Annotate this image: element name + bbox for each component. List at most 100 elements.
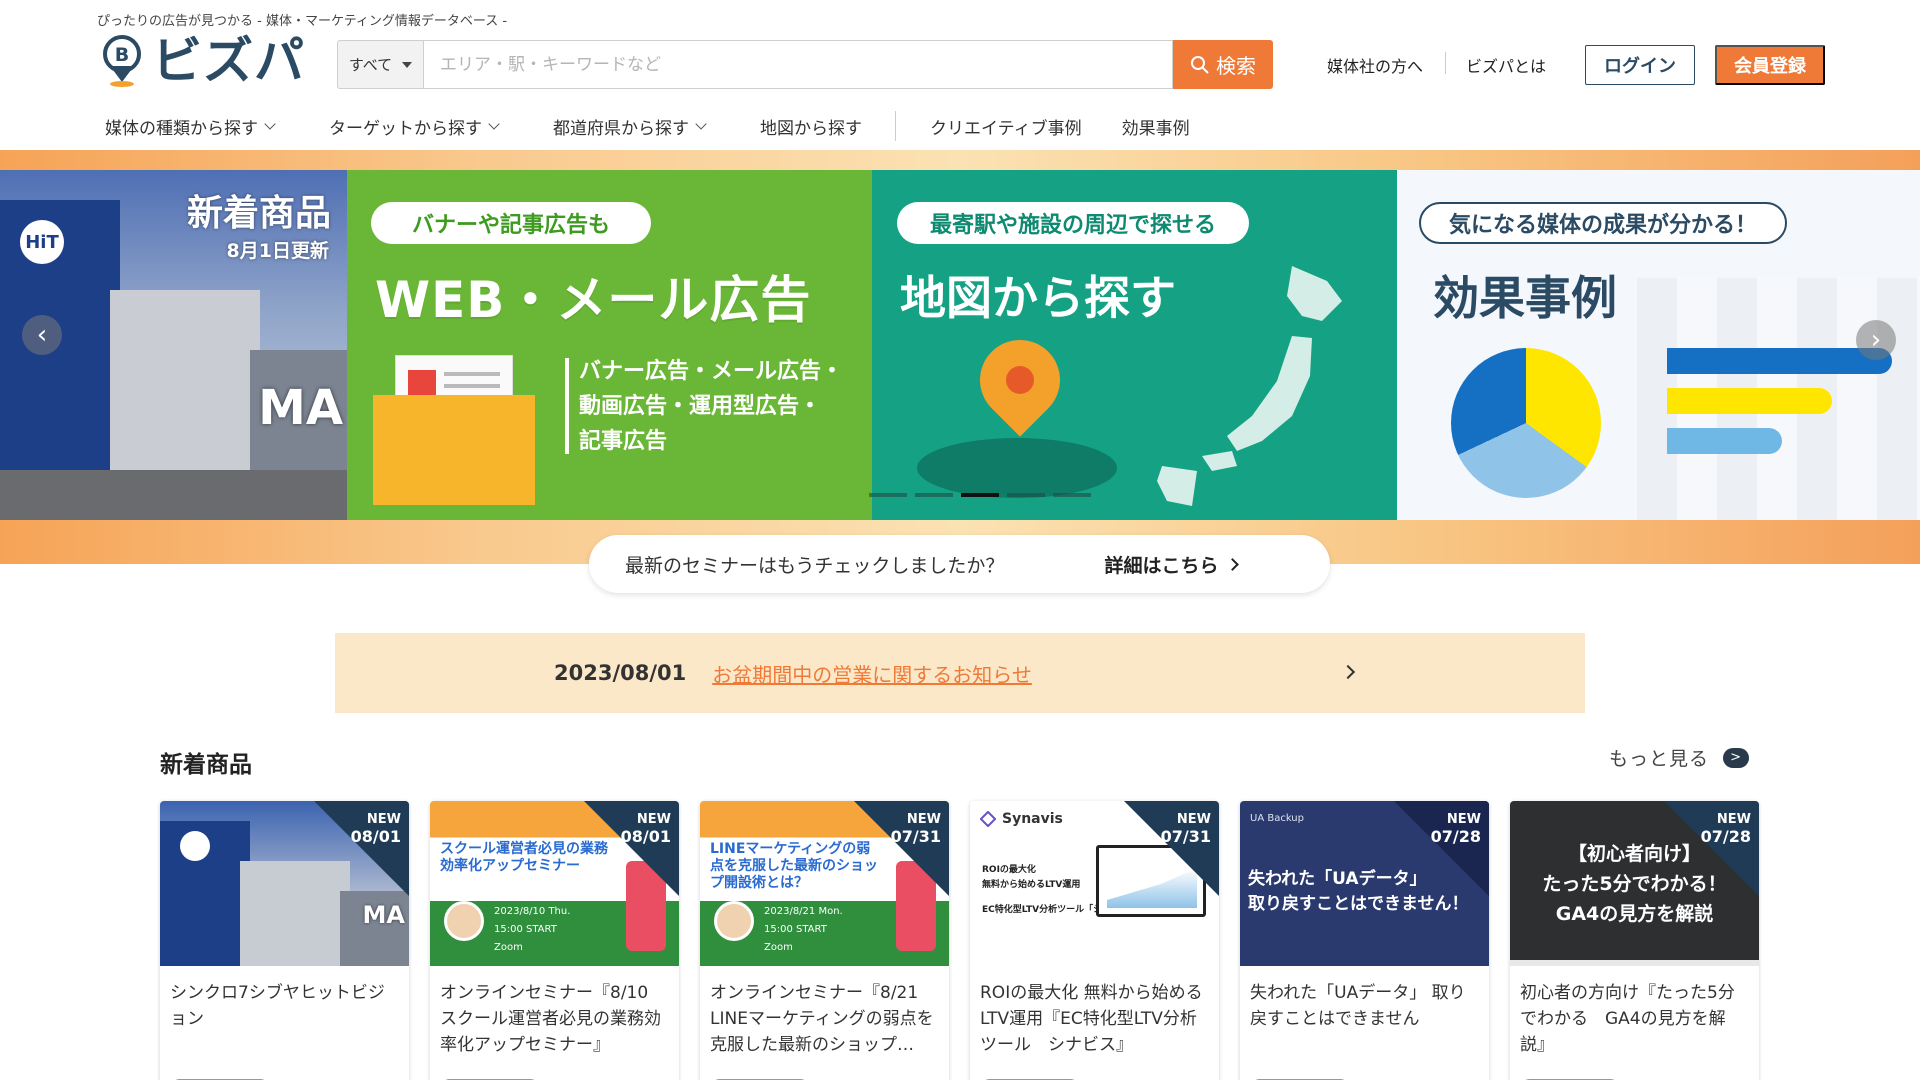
card-title: オンラインセミナー『8/21 LINEマーケティングの弱点を克服した最新のショッ… [710, 983, 934, 1055]
login-button[interactable]: ログイン [1585, 45, 1695, 85]
search-bar: すべて 検索 [337, 40, 1273, 89]
search-category-value: すべて [348, 56, 393, 74]
new-badge: NEW 08/01 [351, 811, 401, 845]
nav-item-label: 都道府県から探す [553, 118, 689, 139]
product-card[interactable]: MA NEW 08/01 シンクロ7シブヤヒットビジョン [160, 801, 409, 1080]
card-date: 07/31 [890, 827, 941, 846]
search-category-select[interactable]: すべて [337, 40, 423, 89]
nav-prefecture[interactable]: 都道府県から探す [553, 114, 707, 139]
nav-item-label: ターゲットから探す [329, 118, 482, 139]
caret-down-icon [402, 61, 413, 68]
nav-creative-cases[interactable]: クリエイティブ事例 [930, 114, 1082, 139]
slide-title: 効果事例 [1433, 271, 1617, 325]
site-logo[interactable]: B ビズパ [100, 34, 305, 88]
slide-bubble: 気になる媒体の成果が分かる！ [1419, 202, 1787, 244]
seminar-text: 最新のセミナーはもうチェックしましたか？ [625, 554, 1005, 577]
synavis-logo-icon [980, 811, 996, 827]
carousel-dot[interactable] [915, 493, 953, 497]
nav-divider [895, 111, 896, 141]
new-badge: NEW 07/28 [1431, 811, 1481, 845]
carousel-dot[interactable] [1007, 493, 1045, 497]
seminar-detail-link[interactable]: 詳細はこちら [1104, 551, 1240, 578]
hero-slide-web-mail-ads[interactable]: バナーや記事広告も WEB・メール広告 バナー広告・メール広告・ 動画広告・運用… [347, 170, 872, 520]
section-title: 新着商品 [160, 752, 252, 778]
media-company-link[interactable]: 媒体社の方へ [1327, 53, 1423, 77]
synavis-logo: Synavis [980, 811, 1063, 827]
hero-slide-map-search[interactable]: 最寄駅や施設の周辺で探せる 地図から探す [872, 170, 1397, 520]
search-button[interactable]: 検索 [1173, 40, 1273, 89]
product-card[interactable]: 【初心者向け】 たった5分でわかる！ GA4の見方を解説 NEW 07/28 初心… [1510, 801, 1759, 1080]
logo-letter: B [115, 44, 129, 66]
nav-item-label: クリエイティブ事例 [930, 118, 1082, 139]
about-link[interactable]: ビズパとは [1466, 53, 1546, 77]
list-bar [565, 358, 569, 454]
badge-label: NEW [1716, 812, 1751, 827]
logo-text: ビズパ [152, 32, 305, 90]
carousel-dot[interactable] [1053, 493, 1091, 497]
chevron-right-icon [1226, 557, 1240, 571]
search-input[interactable] [423, 40, 1173, 89]
speaker-avatar [714, 901, 754, 941]
nav-item-label: 効果事例 [1121, 118, 1190, 139]
slide-list-item: 記事広告 [579, 429, 668, 454]
bar-graphic [1667, 388, 1832, 414]
slide-title: 新着商品 [186, 193, 331, 234]
seminar-banner[interactable]: 最新のセミナーはもうチェックしましたか？ 詳細はこちら [589, 535, 1330, 593]
card-title: シンクロ7シブヤヒットビジョン [170, 983, 385, 1029]
sign-text: MA [258, 380, 343, 436]
map-pin-icon [963, 323, 1077, 437]
slide-title: 地図から探す [900, 271, 1176, 325]
badge-label: NEW [1446, 812, 1481, 827]
carousel-next-button[interactable]: › [1856, 320, 1896, 360]
hero-slide-effect-cases[interactable]: 気になる媒体の成果が分かる！ 効果事例 [1397, 170, 1920, 520]
badge-label: NEW [1176, 812, 1211, 827]
nav-item-label: 媒体の種類から探す [105, 118, 258, 139]
carousel-prev-button[interactable]: ‹ [22, 315, 62, 355]
card-date: 07/31 [1160, 827, 1211, 846]
card-thumbnail: UA Backup 失われた「UAデータ」 取り戻すことはできません！ NEW 0… [1240, 801, 1489, 966]
japan-map-icon [1157, 266, 1342, 506]
product-card[interactable]: Synavis ROIの最大化 無料から始めるLTV運用 EC特化型LTV分析ツ… [970, 801, 1219, 1080]
carousel-dot[interactable] [869, 493, 907, 497]
slide-list-item: バナー広告・メール広告・ [579, 359, 844, 384]
notice-link[interactable]: お盆期間中の営業に関するお知らせ [712, 659, 1032, 688]
card-thumbnail: Synavis ROIの最大化 無料から始めるLTV運用 EC特化型LTV分析ツ… [970, 801, 1219, 966]
card-thumbnail: 【初心者向け】 たった5分でわかる！ GA4の見方を解説 NEW 07/28 [1510, 801, 1759, 966]
product-card[interactable]: UA Backup 失われた「UAデータ」 取り戻すことはできません！ NEW 0… [1240, 801, 1489, 1080]
bar-graphic [1667, 348, 1892, 374]
nav-map[interactable]: 地図から探す [760, 114, 862, 139]
sign-text: MA [362, 901, 405, 929]
more-link[interactable]: もっと見る > [1609, 744, 1750, 771]
main-nav: 媒体の種類から探す ターゲットから探す 都道府県から探す 地図から探す クリエイ… [105, 111, 1230, 141]
card-date: 08/01 [620, 827, 671, 846]
thumbnail-info: 2023/8/10 Thu. 15:00 START Zoom [494, 906, 571, 953]
street-image [0, 470, 347, 520]
logo-pin-icon: B [103, 35, 141, 87]
chevron-down-icon [488, 118, 500, 130]
header-divider [1445, 52, 1446, 74]
chevron-down-icon [695, 118, 707, 130]
badge-label: NEW [906, 812, 941, 827]
card-date: 07/28 [1700, 827, 1751, 846]
pie-chart-icon [1451, 348, 1601, 498]
product-card[interactable]: スクール運営者必見の業務効率化アップセミナー 2023/8/10 Thu. 15… [430, 801, 679, 1080]
hit-logo: HiT [20, 220, 64, 264]
thumbnail-underline [1510, 960, 1759, 966]
new-badge: NEW 07/31 [891, 811, 941, 845]
badge-label: NEW [636, 812, 671, 827]
seminar-link-label: 詳細はこちら [1104, 554, 1219, 577]
arrow-right-icon: > [1723, 747, 1750, 768]
register-button[interactable]: 会員登録 [1715, 45, 1825, 85]
carousel-dot-active[interactable] [961, 493, 999, 497]
envelope-icon [373, 355, 535, 505]
card-title: 失われた「UAデータ」 取り戻すことはできません [1250, 983, 1466, 1029]
slide-subtitle: 8月1日更新 [226, 240, 329, 262]
chevron-right-icon: › [1870, 325, 1882, 355]
slide-list-item: 動画広告・運用型広告・ [579, 394, 822, 419]
nav-item-label: 地図から探す [760, 118, 862, 139]
notice-bar[interactable]: 2023/08/01 お盆期間中の営業に関するお知らせ [335, 633, 1585, 713]
product-card[interactable]: LINEマーケティングの弱点を克服した最新のショップ開設術とは？ 2023/8/… [700, 801, 949, 1080]
nav-target[interactable]: ターゲットから探す [329, 114, 500, 139]
nav-effect-cases[interactable]: 効果事例 [1122, 114, 1190, 139]
nav-media-type[interactable]: 媒体の種類から探す [105, 114, 276, 139]
